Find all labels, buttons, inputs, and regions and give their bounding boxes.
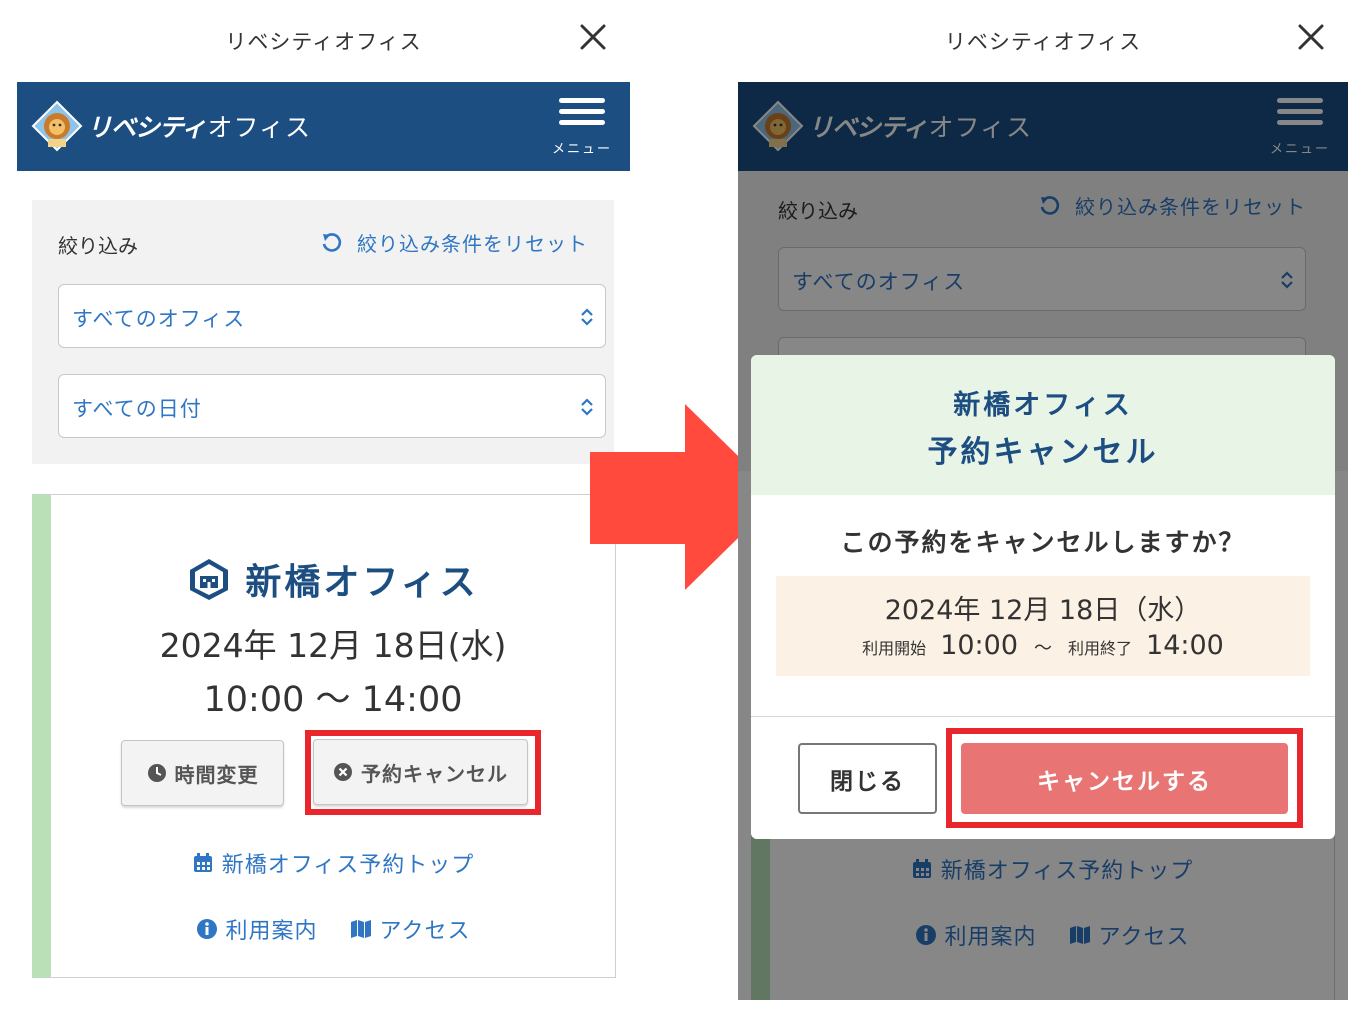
modal-divider bbox=[751, 716, 1335, 717]
access-link[interactable]: アクセス bbox=[380, 913, 471, 945]
calendar-icon bbox=[193, 853, 212, 872]
modal-header: 新橋オフィス 予約キャンセル bbox=[751, 355, 1335, 495]
end-time: 14:00 bbox=[1146, 630, 1224, 661]
office-select[interactable]: すべてのオフィス bbox=[58, 284, 606, 348]
top-bar: リベシティオフィス bbox=[17, 0, 630, 82]
office-title: 新橋オフィス bbox=[51, 553, 615, 605]
chevron-updown-icon bbox=[581, 308, 593, 326]
modal-office-name: 新橋オフィス bbox=[953, 390, 1133, 421]
office-top-link[interactable]: 新橋オフィス予約トップ bbox=[51, 847, 615, 879]
lion-logo-icon bbox=[31, 100, 83, 152]
building-icon bbox=[190, 559, 229, 600]
reset-filter-link[interactable]: 絞り込み条件をリセット bbox=[321, 228, 588, 257]
filter-label: 絞り込み bbox=[58, 234, 138, 258]
reset-icon bbox=[322, 232, 342, 252]
start-time: 10:00 bbox=[940, 630, 1018, 661]
footer-links: 利用案内 アクセス bbox=[51, 913, 615, 945]
cancel-modal: 新橋オフィス 予約キャンセル この予約をキャンセルしますか？ 2024年 12月… bbox=[751, 355, 1335, 839]
change-time-button[interactable]: 時間変更 bbox=[121, 740, 284, 806]
modal-date: 2024年 12月 18日（水） bbox=[884, 595, 1202, 626]
date-select[interactable]: すべての日付 bbox=[58, 374, 606, 438]
close-icon[interactable] bbox=[578, 22, 608, 52]
date-select-value: すべての日付 bbox=[72, 397, 202, 421]
top-bar: リベシティオフィス bbox=[738, 0, 1348, 82]
site-logo[interactable]: リベシティオフィス bbox=[31, 100, 311, 152]
office-select-value: すべてのオフィス bbox=[72, 307, 246, 331]
menu-button[interactable]: メニュー bbox=[552, 98, 612, 157]
reservation-card: 新橋オフィス 2024年 12月 18日(水) 10:00 〜 14:00 時間… bbox=[32, 494, 616, 978]
filter-panel: 絞り込み 絞り込み条件をリセット すべてのオフィス すべての日付 bbox=[32, 200, 614, 464]
right-screen: リベシティオフィス リベシティオフィス メニュー 絞り込み 絞り込み条件をリセッ… bbox=[738, 0, 1348, 1000]
time-separator: 〜 bbox=[1034, 638, 1052, 659]
close-modal-button[interactable]: 閉じる bbox=[798, 743, 937, 814]
left-screen: リベシティオフィス リベシティオフィス メニュー 絞り込み 絞り込み条件をリセッ… bbox=[17, 0, 630, 1000]
reservation-time: 10:00 〜 14:00 bbox=[203, 680, 463, 720]
info-icon bbox=[196, 919, 217, 939]
start-label: 利用開始 bbox=[862, 639, 927, 658]
modal-time-range: 利用開始 10:00 〜 利用終了 14:00 bbox=[776, 630, 1310, 661]
app-title: リベシティオフィス bbox=[225, 30, 422, 54]
modal-question: この予約をキャンセルしますか？ bbox=[840, 528, 1246, 557]
office-name: 新橋オフィス bbox=[245, 562, 479, 603]
modal-reservation-info: 2024年 12月 18日（水） 利用開始 10:00 〜 利用終了 14:00 bbox=[776, 576, 1310, 676]
menu-label: メニュー bbox=[552, 142, 613, 157]
guide-link[interactable]: 利用案内 bbox=[226, 913, 318, 945]
app-title: リベシティオフィス bbox=[944, 30, 1142, 54]
reset-filter-label: 絞り込み条件をリセット bbox=[357, 232, 588, 256]
cancel-highlight-box bbox=[305, 730, 541, 815]
close-icon[interactable] bbox=[1296, 22, 1326, 52]
office-top-label: 新橋オフィス予約トップ bbox=[221, 853, 475, 878]
clock-icon bbox=[147, 764, 166, 782]
confirm-highlight-box bbox=[946, 728, 1303, 828]
reservation-date: 2024年 12月 18日(水) bbox=[159, 626, 507, 665]
change-time-label: 時間変更 bbox=[174, 762, 259, 787]
end-label: 利用終了 bbox=[1068, 639, 1133, 658]
brand-name: リベシティオフィス bbox=[87, 113, 312, 142]
map-icon bbox=[350, 920, 371, 938]
site-header: リベシティオフィス メニュー bbox=[17, 82, 630, 171]
modal-title: 予約キャンセル bbox=[927, 435, 1159, 470]
